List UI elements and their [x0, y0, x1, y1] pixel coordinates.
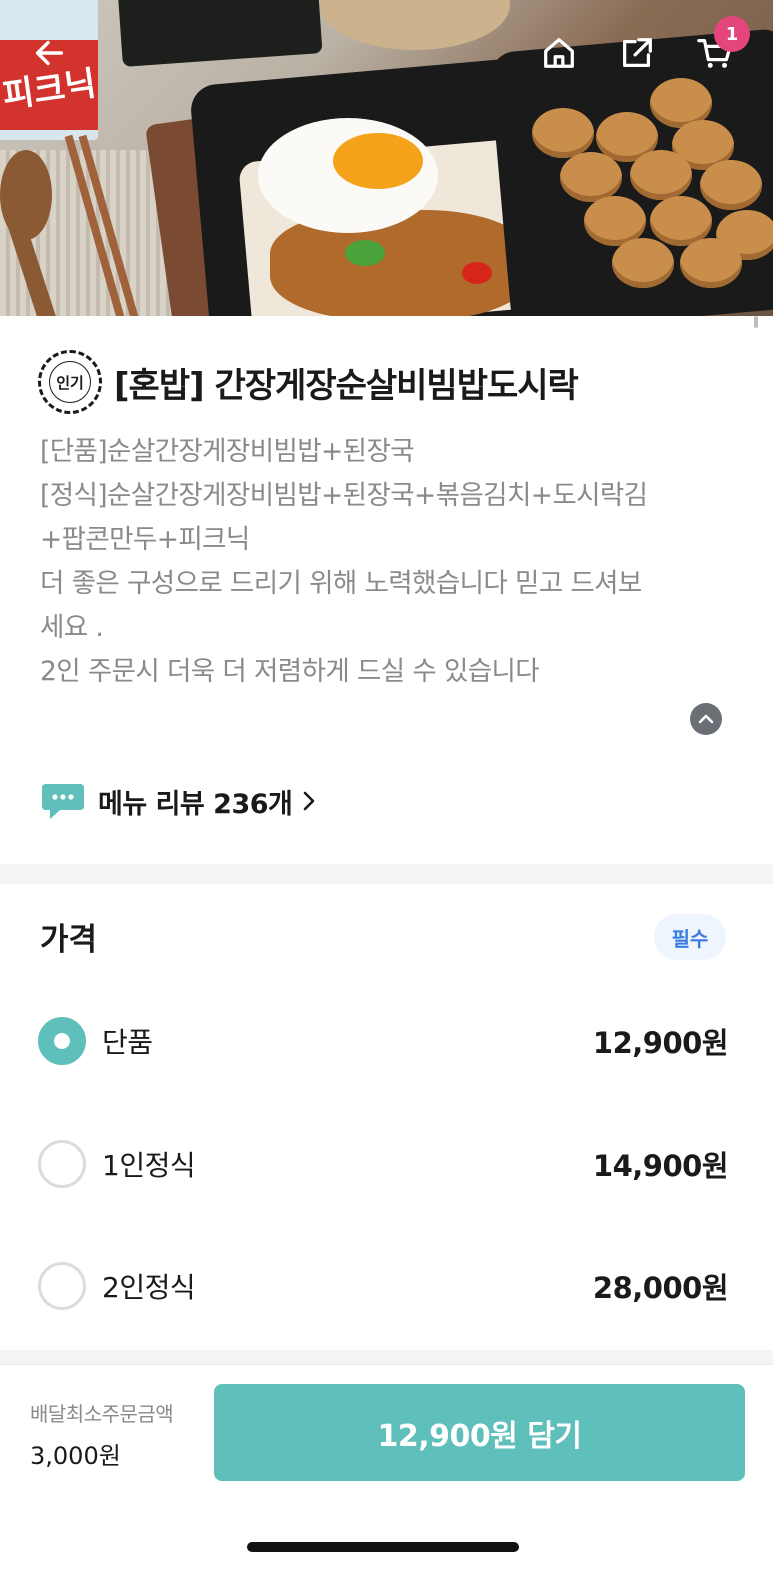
- option-label: 2인정식: [102, 1271, 196, 1304]
- menu-description: [단품]순살간장게장비빔밥+된장국 [정식]순살간장게장비빔밥+된장국+볶음김치…: [40, 430, 740, 694]
- description-line: 2인 주문시 더욱 더 저렴하게 드실 수 있습니다: [40, 656, 540, 687]
- min-order-label: 배달최소주문금액: [30, 1402, 174, 1426]
- back-button[interactable]: [26, 30, 72, 76]
- price-section-title: 가격: [40, 922, 98, 958]
- price-option-single[interactable]: 단품 12,900원: [38, 1016, 729, 1066]
- review-link-label: 메뉴 리뷰 236개: [98, 788, 293, 820]
- share-icon: [623, 38, 652, 67]
- price-option-1-person-set[interactable]: 1인정식 14,900원: [38, 1139, 729, 1189]
- chevron-right-icon: [304, 791, 315, 811]
- option-label: 단품: [102, 1026, 153, 1059]
- cart-count-badge: 1: [714, 16, 750, 52]
- home-icon: [544, 38, 574, 68]
- home-indicator[interactable]: [247, 1542, 519, 1552]
- popular-badge-label: 인기: [49, 361, 91, 403]
- add-to-cart-button[interactable]: 12,900원 담기: [214, 1384, 745, 1481]
- required-badge: 필수: [654, 914, 726, 960]
- bottom-divider: [0, 1350, 773, 1364]
- min-order-value: 3,000원: [30, 1442, 121, 1470]
- description-line: [단품]순살간장게장비빔밥+된장국: [40, 436, 415, 467]
- collapse-description-button[interactable]: [690, 703, 722, 735]
- share-button[interactable]: [614, 30, 660, 76]
- speech-bubble-icon: [42, 784, 84, 819]
- home-button[interactable]: [536, 30, 582, 76]
- option-price: 12,900원: [592, 1026, 729, 1060]
- scrollbar: [754, 316, 758, 328]
- chevron-up-icon: [698, 714, 714, 724]
- section-divider: [0, 864, 773, 884]
- description-line: 더 좋은 구성으로 드리기 위해 노력했습니다 믿고 드셔보: [40, 568, 642, 599]
- radio-button[interactable]: [38, 1140, 86, 1188]
- description-line: 세요 .: [40, 612, 104, 643]
- radio-button[interactable]: [38, 1017, 86, 1065]
- option-label: 1인정식: [102, 1149, 196, 1182]
- option-price: 14,900원: [592, 1149, 729, 1183]
- popular-badge: 인기: [38, 350, 102, 414]
- description-line: [정식]순살간장게장비빔밥+된장국+볶음김치+도시락김: [40, 480, 648, 511]
- price-option-2-person-set[interactable]: 2인정식 28,000원: [38, 1261, 729, 1311]
- menu-title-row: 인기 [혼밥] 간장게장순살비빔밥도시락: [38, 350, 738, 414]
- description-line: +팝콘만두+피크닉: [40, 524, 250, 555]
- menu-title: [혼밥] 간장게장순살비빔밥도시락: [114, 365, 579, 406]
- option-price: 28,000원: [592, 1271, 729, 1305]
- radio-button[interactable]: [38, 1262, 86, 1310]
- back-arrow-icon: [35, 40, 64, 66]
- menu-review-link[interactable]: 메뉴 리뷰 236개: [40, 780, 316, 822]
